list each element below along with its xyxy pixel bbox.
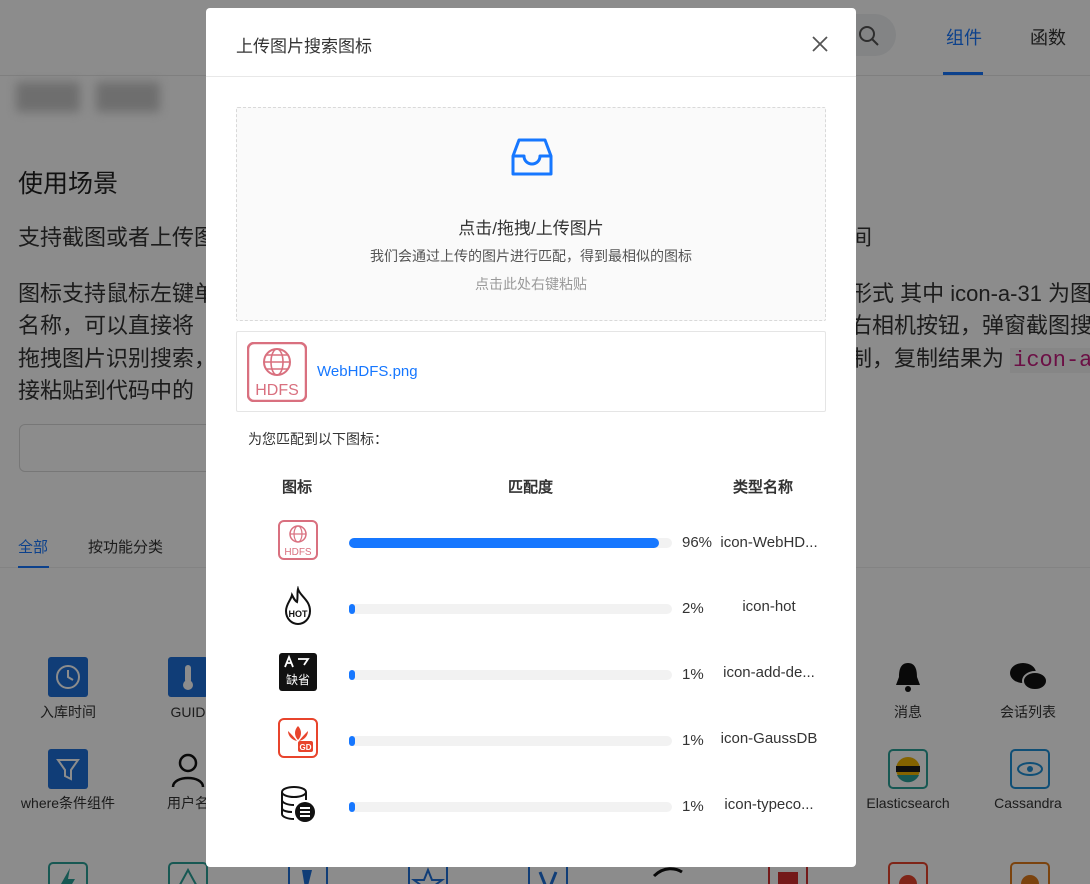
icon-type-name[interactable]: icon-GaussDB [712, 730, 826, 747]
match-percent: 1% [682, 666, 704, 683]
match-bar-fill [349, 538, 660, 548]
icon-type-name[interactable]: icon-WebHD... [712, 534, 826, 551]
match-bar-track [349, 736, 672, 746]
hot-flame-icon: HOT [284, 586, 312, 626]
match-bar-fill [349, 670, 355, 680]
svg-text:GD: GD [300, 743, 312, 752]
match-percent: 1% [682, 732, 704, 749]
svg-text:HDFS: HDFS [284, 547, 312, 558]
paste-hint[interactable]: 点击此处右键粘贴 [237, 274, 825, 294]
uploaded-file-card: HDFS WebHDFS.png [236, 331, 826, 412]
match-bar-fill [349, 604, 356, 614]
match-percent: 1% [682, 798, 704, 815]
hdfs-icon: HDFS [278, 520, 318, 560]
svg-text:HDFS: HDFS [255, 382, 299, 399]
inbox-icon [511, 138, 553, 176]
dropzone-hint: 我们会通过上传的图片进行匹配，得到最相似的图标 [370, 248, 692, 264]
modal-title: 上传图片搜索图标 [236, 37, 372, 56]
gaussdb-icon: GD [278, 718, 318, 758]
match-bar-track [349, 604, 672, 614]
column-header-name: 类型名称 [733, 479, 794, 496]
svg-text:缺省: 缺省 [286, 672, 310, 687]
match-percent: 96% [682, 534, 713, 551]
dropzone-title: 点击/拖拽/上传图片 [458, 219, 604, 238]
icon-type-name[interactable]: icon-add-de... [712, 664, 826, 681]
match-bar-track [349, 802, 672, 812]
default-value-icon: 缺省 [279, 653, 317, 691]
match-bar-track [349, 538, 672, 548]
match-percent: 2% [682, 600, 704, 617]
column-header-icon: 图标 [282, 479, 313, 496]
match-caption: 为您匹配到以下图标： [248, 431, 388, 447]
modal-header: 上传图片搜索图标 [206, 8, 856, 77]
svg-text:HOT: HOT [289, 609, 309, 619]
column-header-match: 匹配度 [508, 479, 554, 496]
image-search-modal: 上传图片搜索图标 点击/拖拽/上传图片 我们会通过上传的图片进行匹配，得到最相似… [206, 8, 856, 867]
hdfs-thumbnail-icon: HDFS [247, 342, 307, 402]
close-icon[interactable] [810, 34, 830, 54]
icon-type-name[interactable]: icon-hot [712, 598, 826, 615]
match-bar-fill [349, 802, 355, 812]
database-list-icon [281, 786, 315, 822]
uploaded-file-name[interactable]: WebHDFS.png [317, 363, 418, 380]
upload-dropzone[interactable]: 点击/拖拽/上传图片 我们会通过上传的图片进行匹配，得到最相似的图标 点击此处右… [236, 107, 826, 321]
match-bar-track [349, 670, 672, 680]
icon-type-name[interactable]: icon-typeco... [712, 796, 826, 813]
match-bar-fill [349, 736, 355, 746]
